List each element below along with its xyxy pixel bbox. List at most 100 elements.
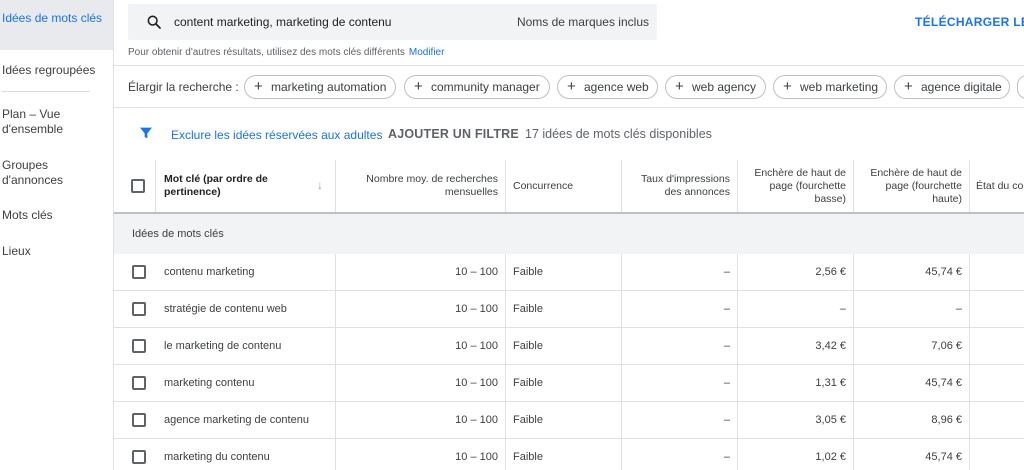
column-header-searches[interactable]: Nombre moy. de recherches mensuelles: [336, 160, 506, 212]
chip-partial[interactable]: [1017, 75, 1024, 99]
row-checkbox[interactable]: [132, 376, 146, 390]
table-row[interactable]: le marketing de contenu 10 – 100 Faible …: [114, 328, 1024, 365]
plus-icon: +: [254, 78, 263, 95]
searches-cell: 10 – 100: [336, 365, 506, 402]
searches-cell: 10 – 100: [336, 402, 506, 439]
searches-cell: 10 – 100: [336, 254, 506, 291]
keyword-cell: marketing contenu: [156, 365, 336, 402]
column-header-bid-low[interactable]: Enchère de haut de page (fourchette bass…: [738, 160, 854, 212]
impressions-cell: –: [622, 402, 738, 439]
row-checkbox[interactable]: [132, 302, 146, 316]
competition-cell: Faible: [506, 439, 622, 470]
plus-icon: +: [567, 78, 576, 95]
column-header-impressions[interactable]: Taux d'impressions des annonces: [622, 160, 738, 212]
searches-cell: 10 – 100: [336, 291, 506, 328]
table-row[interactable]: marketing du contenu 10 – 100 Faible – 1…: [114, 439, 1024, 470]
divider: [114, 65, 1024, 66]
row-checkbox[interactable]: [132, 450, 146, 464]
divider: [114, 107, 1024, 108]
chip-web-marketing[interactable]: + web marketing: [773, 75, 887, 99]
column-header-bid-high[interactable]: Enchère de haut de page (fourchette haut…: [854, 160, 970, 212]
sidebar-divider: [2, 91, 90, 92]
bid-low-cell: 1,31 €: [738, 365, 854, 402]
impressions-cell: –: [622, 254, 738, 291]
bid-low-cell: 3,42 €: [738, 328, 854, 365]
download-button[interactable]: TÉLÉCHARGER LES: [915, 15, 1024, 29]
keyword-cell: stratégie de contenu web: [156, 291, 336, 328]
sidebar: Idées de mots clés Idées regroupées Plan…: [0, 0, 114, 470]
bid-high-cell: 45,74 €: [854, 365, 970, 402]
sort-arrow-down-icon[interactable]: ↓: [317, 179, 323, 192]
chip-label: agence web: [584, 80, 649, 94]
row-checkbox[interactable]: [132, 339, 146, 353]
search-bar[interactable]: content marketing, marketing de contenu …: [128, 4, 657, 40]
chip-agence-web[interactable]: + agence web: [557, 75, 658, 99]
column-header-status[interactable]: État du co: [970, 160, 1024, 212]
search-icon: [147, 15, 161, 29]
sidebar-item-locations[interactable]: Lieux: [0, 244, 113, 259]
bid-high-cell: –: [854, 291, 970, 328]
column-header-keyword-label: Mot clé (par ordre de pertinence): [164, 173, 268, 198]
competition-cell: Faible: [506, 254, 622, 291]
sidebar-item-plan-overview[interactable]: Plan – Vue d'ensemble: [0, 107, 113, 137]
chip-community-manager[interactable]: + community manager: [404, 75, 550, 99]
select-all-checkbox[interactable]: [131, 179, 145, 193]
bid-low-cell: –: [738, 291, 854, 328]
row-select-cell: [114, 402, 156, 439]
table-row[interactable]: stratégie de contenu web 10 – 100 Faible…: [114, 291, 1024, 328]
expand-search-label: Élargir la recherche :: [128, 80, 239, 94]
chip-agence-digitale[interactable]: + agence digitale: [894, 75, 1010, 99]
searches-cell: 10 – 100: [336, 439, 506, 470]
impressions-cell: –: [622, 291, 738, 328]
bid-low-cell: 2,56 €: [738, 254, 854, 291]
row-checkbox[interactable]: [132, 265, 146, 279]
column-header-keyword[interactable]: Mot clé (par ordre de pertinence) ↓: [156, 160, 336, 212]
plus-icon: +: [783, 78, 792, 95]
bid-high-cell: 8,96 €: [854, 402, 970, 439]
keyword-cell: agence marketing de contenu: [156, 402, 336, 439]
select-all-cell: [114, 160, 156, 212]
bid-high-cell: 45,74 €: [854, 439, 970, 470]
column-header-competition[interactable]: Concurrence: [506, 160, 622, 212]
row-select-cell: [114, 365, 156, 402]
add-filter-button[interactable]: AJOUTER UN FILTRE: [388, 127, 519, 141]
keyword-cell: contenu marketing: [156, 254, 336, 291]
chip-label: web marketing: [800, 80, 879, 94]
chip-web-agency[interactable]: + web agency: [665, 75, 766, 99]
modify-link[interactable]: Modifier: [409, 47, 445, 58]
competition-cell: Faible: [506, 291, 622, 328]
table-row[interactable]: agence marketing de contenu 10 – 100 Fai…: [114, 402, 1024, 439]
competition-cell: Faible: [506, 328, 622, 365]
row-select-cell: [114, 328, 156, 365]
chip-marketing-automation[interactable]: + marketing automation: [244, 75, 396, 99]
row-select-cell: [114, 439, 156, 470]
row-checkbox[interactable]: [132, 413, 146, 427]
search-query[interactable]: content marketing, marketing de contenu: [174, 15, 391, 29]
chip-label: marketing automation: [271, 80, 387, 94]
table-row[interactable]: marketing contenu 10 – 100 Faible – 1,31…: [114, 365, 1024, 402]
exclude-adult-ideas-link[interactable]: Exclure les idées réservées aux adultes: [171, 128, 382, 142]
bid-low-cell: 3,05 €: [738, 402, 854, 439]
chip-label: agence digitale: [921, 80, 1002, 94]
row-select-cell: [114, 254, 156, 291]
sidebar-item-ad-groups[interactable]: Groupes d'annonces: [0, 158, 113, 188]
impressions-cell: –: [622, 365, 738, 402]
bid-high-cell: 7,06 €: [854, 328, 970, 365]
table-header: Mot clé (par ordre de pertinence) ↓ Nomb…: [114, 160, 1024, 214]
group-row-keyword-ideas: Idées de mots clés: [114, 214, 1024, 254]
brand-names-option[interactable]: Noms de marques inclus: [517, 15, 649, 29]
competition-cell: Faible: [506, 402, 622, 439]
filter-icon[interactable]: [138, 125, 154, 141]
plus-icon: +: [675, 78, 684, 95]
sidebar-item-keyword-ideas[interactable]: Idées de mots clés: [0, 0, 113, 50]
table-row[interactable]: contenu marketing 10 – 100 Faible – 2,56…: [114, 254, 1024, 291]
chip-label: web agency: [692, 80, 757, 94]
bid-high-cell: 45,74 €: [854, 254, 970, 291]
sidebar-item-grouped-ideas[interactable]: Idées regroupées: [0, 63, 113, 78]
competition-cell: Faible: [506, 365, 622, 402]
sidebar-item-keywords[interactable]: Mots clés: [0, 208, 113, 223]
ideas-count: 17 idées de mots clés disponibles: [525, 127, 712, 141]
row-select-cell: [114, 291, 156, 328]
plus-icon: +: [414, 78, 423, 95]
keyword-cell: marketing du contenu: [156, 439, 336, 470]
